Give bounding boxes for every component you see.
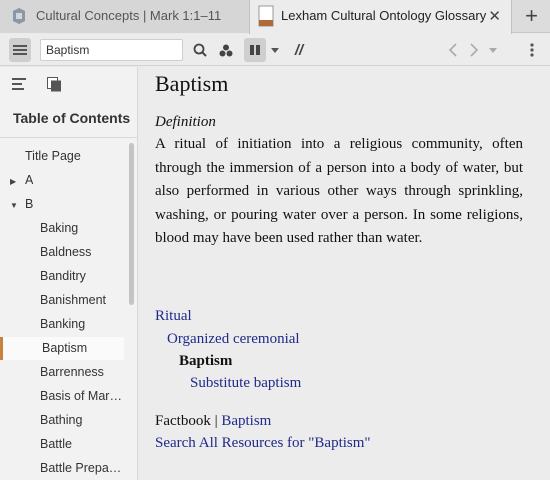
hierarchy-link[interactable]: Ritual bbox=[155, 308, 192, 325]
factbook-link[interactable]: Baptism bbox=[221, 413, 271, 429]
tab-label: Lexham Cultural Ontology Glossary bbox=[281, 8, 487, 23]
article-title: Baptism bbox=[155, 71, 229, 96]
book-icon bbox=[258, 5, 274, 30]
tab-label: Cultural Concepts | Mark 1:1–11 bbox=[36, 8, 222, 23]
factbook-label: Factbook bbox=[155, 413, 211, 429]
chevron-right-icon bbox=[470, 43, 478, 57]
toc-item[interactable]: B bbox=[25, 197, 33, 211]
toolbar: Baptism // bbox=[0, 34, 550, 66]
divider bbox=[0, 137, 138, 138]
sidebar: Table of Contents Title Page ▶ A ▼ B Bak… bbox=[0, 67, 138, 480]
resource-icon bbox=[12, 7, 26, 28]
definition-label: Definition bbox=[155, 114, 216, 130]
toc-item[interactable]: Basis of Mar… bbox=[40, 389, 128, 403]
toc-item[interactable]: Barrenness bbox=[40, 365, 125, 379]
hierarchy-link[interactable]: Substitute baptism bbox=[190, 375, 301, 392]
factbook-separator: | bbox=[210, 413, 222, 429]
scrollbar[interactable] bbox=[129, 143, 134, 305]
panel-layout-button[interactable] bbox=[244, 38, 266, 62]
more-options-button[interactable] bbox=[524, 38, 540, 62]
search-all-link[interactable]: Search All Resources for "Baptism" bbox=[155, 435, 371, 452]
toc-item[interactable]: Battle Prepa… bbox=[40, 461, 128, 475]
toc-item[interactable]: Battle bbox=[40, 437, 125, 451]
hamburger-icon bbox=[13, 45, 27, 55]
search-icon bbox=[193, 43, 207, 57]
columns-icon bbox=[250, 45, 260, 55]
toc-item[interactable]: Baldness bbox=[40, 245, 125, 259]
search-input[interactable]: Baptism bbox=[40, 39, 183, 61]
definition-text: A ritual of initiation into a religious … bbox=[155, 136, 523, 246]
toc-item[interactable]: Title Page bbox=[25, 149, 81, 163]
more-vertical-icon bbox=[530, 43, 534, 57]
toc-title: Table of Contents bbox=[13, 110, 131, 126]
toc-item[interactable]: Baking bbox=[40, 221, 125, 235]
pages-icon[interactable] bbox=[47, 77, 62, 97]
tab-lexham-glossary[interactable]: Lexham Cultural Ontology Glossary ✕ bbox=[249, 0, 512, 34]
parallel-resources-button[interactable]: // bbox=[288, 38, 310, 62]
toc-item[interactable]: Banishment bbox=[40, 293, 125, 307]
toc-item[interactable]: A bbox=[25, 173, 33, 187]
caret-down-icon bbox=[489, 47, 497, 53]
hierarchy-current: Baptism bbox=[179, 353, 233, 369]
tab-cultural-concepts[interactable]: Cultural Concepts | Mark 1:1–11 bbox=[0, 0, 249, 33]
hierarchy-link[interactable]: Organized ceremonial bbox=[167, 331, 300, 348]
toc-item[interactable]: Bathing bbox=[40, 413, 125, 427]
search-button[interactable] bbox=[190, 38, 210, 62]
toc-item[interactable]: Banditry bbox=[40, 269, 125, 283]
toc-item-selected[interactable]: Baptism bbox=[42, 341, 127, 355]
chevron-left-icon bbox=[449, 43, 457, 57]
back-button[interactable] bbox=[444, 38, 462, 62]
article-content: Baptism Definition A ritual of initiatio… bbox=[139, 67, 550, 480]
close-icon[interactable]: ✕ bbox=[488, 7, 501, 25]
history-dropdown[interactable] bbox=[486, 38, 500, 62]
tab-bar: Cultural Concepts | Mark 1:1–11 Lexham C… bbox=[0, 0, 550, 34]
dots-cluster-icon bbox=[219, 44, 233, 56]
toc-item[interactable]: Banking bbox=[40, 317, 125, 331]
caret-down-icon[interactable]: ▼ bbox=[10, 201, 18, 210]
caret-down-icon bbox=[271, 47, 279, 53]
toc-icon[interactable] bbox=[12, 77, 26, 96]
menu-button[interactable] bbox=[9, 38, 31, 62]
panel-dropdown[interactable] bbox=[268, 38, 282, 62]
caret-right-icon[interactable]: ▶ bbox=[10, 177, 16, 186]
visual-filter-button[interactable] bbox=[216, 38, 236, 62]
factbook-row: Factbook | Baptism bbox=[155, 413, 271, 430]
add-tab-button[interactable]: + bbox=[513, 0, 550, 33]
forward-button[interactable] bbox=[465, 38, 483, 62]
